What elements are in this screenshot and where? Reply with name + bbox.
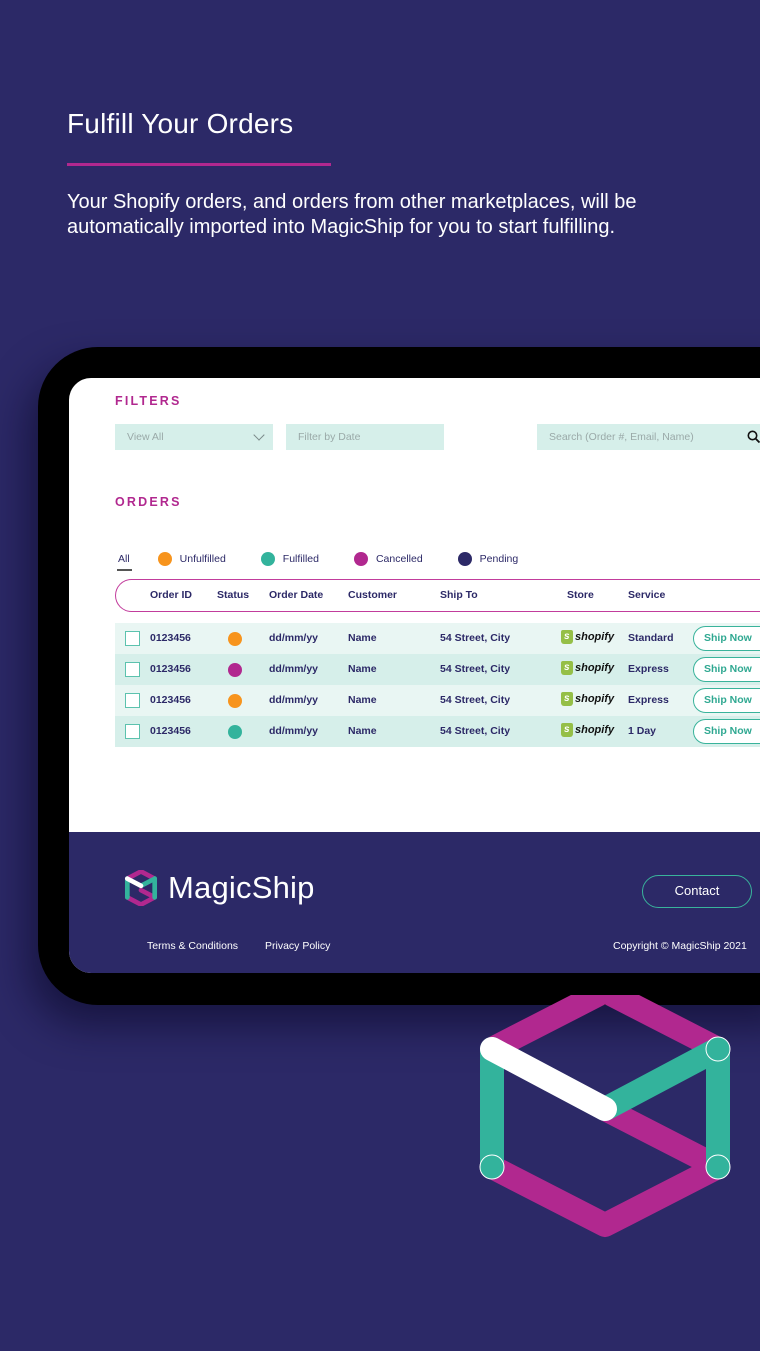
view-all-value: View All — [127, 431, 164, 443]
shopify-bag-icon: s — [561, 692, 573, 706]
shopify-bag-icon: s — [561, 723, 573, 737]
date-filter-placeholder: Filter by Date — [298, 431, 361, 443]
table-header: Order ID Status Order Date Customer Ship… — [115, 579, 760, 612]
pending-dot-icon — [457, 552, 472, 566]
status-dot-icon — [228, 725, 242, 739]
shopify-bag-icon: s — [561, 661, 573, 675]
table-row[interactable]: 0123456 dd/mm/yy Name 54 Street, City s shopi… — [115, 623, 760, 654]
column-service[interactable]: Service — [628, 589, 665, 601]
order-date: dd/mm/yy — [269, 663, 319, 675]
tab-fulfilled-label: Fulfilled — [282, 553, 319, 565]
fulfilled-dot-icon — [260, 552, 275, 566]
tab-all[interactable]: All — [117, 553, 132, 571]
brand-logo[interactable]: MagicShip — [122, 870, 315, 906]
table-row[interactable]: 0123456 dd/mm/yy Name 54 Street, City s shopi… — [115, 654, 760, 685]
status-dot-icon — [228, 632, 242, 646]
row-checkbox[interactable] — [125, 693, 140, 708]
copyright-text: Copyright © MagicShip 2021 — [613, 940, 747, 952]
status-tabs: All Unfulfilled Fulfilled Cancelled Pend… — [117, 548, 553, 571]
order-date: dd/mm/yy — [269, 694, 319, 706]
column-status[interactable]: Status — [217, 589, 249, 601]
view-all-select[interactable]: View All — [115, 424, 273, 450]
customer-name: Name — [348, 632, 377, 644]
store-name: shopify — [575, 693, 615, 705]
column-customer[interactable]: Customer — [348, 589, 397, 601]
magicship-large-logo-icon — [479, 995, 731, 1237]
row-checkbox[interactable] — [125, 724, 140, 739]
order-id: 0123456 — [150, 663, 191, 675]
cancelled-dot-icon — [353, 552, 368, 566]
tab-pending-label: Pending — [479, 553, 519, 565]
store-shopify: s shopify — [561, 661, 614, 675]
unfulfilled-dot-icon — [157, 552, 172, 566]
store-name: shopify — [575, 662, 615, 674]
tab-unfulfilled-label: Unfulfilled — [179, 553, 226, 565]
store-name: shopify — [575, 724, 615, 736]
search-input[interactable]: Search (Order #, Email, Name) — [537, 424, 760, 450]
tab-pending[interactable]: Pending — [457, 552, 519, 566]
order-id: 0123456 — [150, 694, 191, 706]
customer-name: Name — [348, 663, 377, 675]
row-checkbox[interactable] — [125, 662, 140, 677]
column-ship-to[interactable]: Ship To — [440, 589, 478, 601]
table-row[interactable]: 0123456 dd/mm/yy Name 54 Street, City s shopi… — [115, 716, 760, 747]
order-id: 0123456 — [150, 632, 191, 644]
magicship-logo-icon — [124, 870, 158, 906]
page-title: Fulfill Your Orders — [67, 108, 294, 139]
store-shopify: s shopify — [561, 692, 614, 706]
terms-link[interactable]: Terms & Conditions — [147, 940, 238, 952]
service: Express — [628, 663, 669, 675]
ship-now-button[interactable]: Ship Now — [693, 719, 760, 744]
tablet-screen: FILTERS View All Filter by Date Search (… — [69, 378, 760, 973]
filters-label: FILTERS — [115, 394, 182, 408]
privacy-link[interactable]: Privacy Policy — [265, 940, 330, 952]
page-description: Your Shopify orders, and orders from oth… — [67, 191, 637, 238]
footer: MagicShip Contact Terms & Conditions Pri… — [69, 832, 760, 973]
tab-fulfilled[interactable]: Fulfilled — [260, 552, 319, 566]
column-order-id[interactable]: Order ID — [150, 589, 192, 601]
tab-unfulfilled[interactable]: Unfulfilled — [157, 552, 226, 566]
date-filter-input[interactable]: Filter by Date — [286, 424, 444, 450]
service: 1 Day — [628, 725, 657, 737]
title-divider — [67, 163, 331, 166]
order-date: dd/mm/yy — [269, 632, 319, 644]
orders-label: ORDERS — [115, 495, 182, 509]
customer-name: Name — [348, 725, 377, 737]
customer-name: Name — [348, 694, 377, 706]
ship-to: 54 Street, City — [440, 663, 511, 675]
order-date: dd/mm/yy — [269, 725, 319, 737]
store-shopify: s shopify — [561, 723, 614, 737]
service: Standard — [628, 632, 674, 644]
contact-button[interactable]: Contact — [642, 875, 752, 908]
ship-now-button[interactable]: Ship Now — [693, 657, 760, 682]
column-order-date[interactable]: Order Date — [269, 589, 323, 601]
chevron-down-icon — [253, 429, 265, 441]
search-icon[interactable] — [747, 430, 760, 444]
store-shopify: s shopify — [561, 630, 614, 644]
ship-to: 54 Street, City — [440, 632, 511, 644]
shopify-bag-icon: s — [561, 630, 573, 644]
service: Express — [628, 694, 669, 706]
ship-to: 54 Street, City — [440, 694, 511, 706]
status-dot-icon — [228, 663, 242, 677]
search-placeholder: Search (Order #, Email, Name) — [549, 431, 694, 443]
column-store[interactable]: Store — [567, 589, 594, 601]
store-name: shopify — [575, 631, 615, 643]
tab-all-label: All — [118, 553, 130, 565]
ship-to: 54 Street, City — [440, 725, 511, 737]
status-dot-icon — [228, 694, 242, 708]
brand-name: MagicShip — [168, 870, 315, 905]
row-checkbox[interactable] — [125, 631, 140, 646]
ship-now-button[interactable]: Ship Now — [693, 688, 760, 713]
tab-cancelled[interactable]: Cancelled — [353, 552, 423, 566]
order-id: 0123456 — [150, 725, 191, 737]
table-row[interactable]: 0123456 dd/mm/yy Name 54 Street, City s shopi… — [115, 685, 760, 716]
tab-cancelled-label: Cancelled — [375, 553, 423, 565]
ship-now-button[interactable]: Ship Now — [693, 626, 760, 651]
